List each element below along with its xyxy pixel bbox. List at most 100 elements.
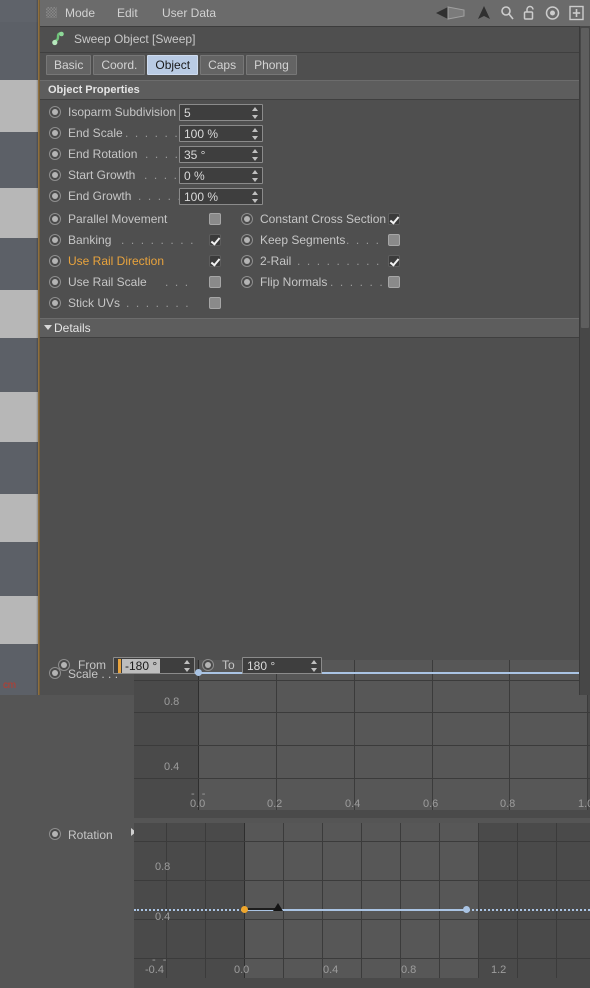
scale-xtick-0-0: 0.0 [190, 798, 206, 810]
label-parallel-movement: Parallel Movement [68, 212, 168, 226]
leader-dots: . . . . . . [145, 147, 179, 161]
scrollbar-thumb[interactable] [581, 28, 589, 328]
tab-phong[interactable]: Phong [246, 55, 297, 75]
plus-box-icon[interactable] [569, 5, 584, 21]
row-stick-uvs: Stick UVs . . . . . . . [40, 293, 590, 314]
rotation-keypoint-selected[interactable] [241, 906, 248, 913]
animate-dot-icon[interactable] [49, 828, 61, 840]
animate-dot-icon[interactable] [58, 659, 70, 671]
label-2-rail: 2-Rail [260, 254, 292, 268]
animate-dot-icon[interactable] [241, 255, 253, 267]
up-arrow-icon[interactable] [477, 5, 491, 21]
animate-dot-icon[interactable] [49, 234, 61, 246]
label-keep-segments: Keep Segments [260, 233, 346, 247]
animate-dot-icon[interactable] [49, 106, 61, 118]
row-end-growth: End Growth . . . . . . . 100 % [40, 186, 590, 207]
rotation-xtick-neg0-4: -0.4 [145, 964, 164, 976]
checkbox-use-rail-scale[interactable] [209, 276, 221, 288]
tangent-handle[interactable] [273, 903, 283, 911]
checkbox-constant-cross-section[interactable] [388, 213, 400, 225]
input-end-rotation[interactable]: 35 ° [179, 146, 263, 163]
animate-dot-icon[interactable] [241, 213, 253, 225]
animate-dot-icon[interactable] [49, 190, 61, 202]
menu-bar: Mode Edit User Data [40, 0, 590, 27]
leader-dots: . . . [165, 275, 190, 289]
animate-dot-icon[interactable] [49, 127, 61, 139]
label-flip-normals: Flip Normals [260, 275, 328, 289]
row-end-rotation: End Rotation . . . . . . 35 ° [40, 144, 590, 165]
checkbox-keep-segments[interactable] [388, 234, 400, 246]
rotation-curve-extension-left [134, 909, 246, 911]
animate-dot-icon[interactable] [49, 276, 61, 288]
back-arrow-icon[interactable] [434, 5, 468, 21]
animate-dot-icon[interactable] [49, 255, 61, 267]
animate-dot-icon[interactable] [49, 213, 61, 225]
graph-y-axis [244, 823, 245, 978]
text-caret [118, 659, 121, 673]
vertical-scrollbar[interactable] [579, 26, 590, 695]
tab-coord[interactable]: Coord. [93, 55, 146, 75]
input-end-growth[interactable]: 100 % [179, 188, 263, 205]
object-title: Sweep Object [Sweep] [74, 32, 196, 46]
lock-open-icon[interactable] [523, 5, 536, 21]
tab-basic[interactable]: Basic [46, 55, 92, 75]
label-to: To [222, 658, 235, 672]
animate-dot-icon[interactable] [202, 659, 214, 671]
animate-dot-icon[interactable] [49, 297, 61, 309]
details-header[interactable]: Details [40, 318, 590, 338]
value-from: -180 ° [122, 659, 161, 673]
collapse-triangle-icon[interactable] [44, 325, 52, 330]
scale-xtick-0-8: 0.8 [500, 798, 516, 810]
scale-xtick-0-6: 0.6 [423, 798, 439, 810]
spinner-icon[interactable] [184, 660, 191, 672]
input-to[interactable]: 180 ° [242, 657, 322, 674]
label-use-rail-scale: Use Rail Scale [68, 275, 147, 289]
rotation-keypoint-end[interactable] [463, 906, 470, 913]
row-use-rail-scale: Use Rail Scale . . . Flip Normals . . . … [40, 272, 590, 293]
scale-ytick-0-8: 0.8 [164, 696, 180, 708]
animate-dot-icon[interactable] [241, 234, 253, 246]
label-end-rotation: End Rotation [68, 147, 138, 161]
animate-dot-icon[interactable] [49, 148, 61, 160]
value-isoparm-subdivision: 5 [184, 106, 191, 120]
menu-item-user-data[interactable]: User Data [162, 6, 216, 20]
search-icon[interactable] [500, 5, 514, 21]
leader-dots: . . . . . . [144, 168, 179, 182]
spinner-icon[interactable] [311, 660, 318, 672]
checkbox-stick-uvs[interactable] [209, 297, 221, 309]
row-end-scale: End Scale . . . . . . . . . 100 % [40, 123, 590, 144]
menu-item-edit[interactable]: Edit [117, 6, 138, 20]
spinner-icon[interactable] [252, 170, 259, 182]
from-to-row: From -180 ° To 180 ° [40, 655, 590, 676]
rotation-graph[interactable]: 0.8 0.4 - - -0.4 0.0 0.4 0.8 1.2 [134, 823, 590, 988]
scale-graph[interactable]: 0.8 0.4 - - 0.0 0.2 0.4 0.6 0.8 1.0 [134, 660, 590, 818]
checkbox-flip-normals[interactable] [388, 276, 400, 288]
input-end-scale[interactable]: 100 % [179, 125, 263, 142]
input-isoparm-subdivision[interactable]: 5 [179, 104, 263, 121]
tab-object[interactable]: Object [147, 55, 199, 75]
tab-caps[interactable]: Caps [200, 55, 245, 75]
checkbox-2-rail[interactable] [388, 255, 400, 267]
checkbox-use-rail-direction[interactable] [209, 255, 221, 267]
spinner-icon[interactable] [252, 128, 259, 140]
menu-item-mode[interactable]: Mode [65, 6, 95, 20]
animate-dot-icon[interactable] [49, 169, 61, 181]
label-stick-uvs: Stick UVs [68, 296, 121, 310]
drag-grip-icon[interactable] [46, 7, 57, 18]
checkbox-rows: Parallel Movement Constant Cross Section… [40, 207, 590, 314]
viewport-strip: cm [0, 0, 40, 695]
input-start-growth[interactable]: 0 % [179, 167, 263, 184]
checkbox-banking[interactable] [209, 234, 221, 246]
spinner-icon[interactable] [252, 149, 259, 161]
label-isoparm-subdivision: Isoparm Subdivision [68, 105, 177, 119]
spinner-icon[interactable] [252, 107, 259, 119]
checkbox-parallel-movement[interactable] [209, 213, 221, 225]
row-banking: Banking . . . . . . . . Keep Segments . … [40, 230, 590, 251]
target-icon[interactable] [545, 5, 560, 21]
animate-dot-icon[interactable] [241, 276, 253, 288]
object-title-row[interactable]: Sweep Object [Sweep] [40, 27, 590, 53]
rotation-xtick-1-2: 1.2 [491, 964, 507, 976]
value-end-scale: 100 % [184, 127, 219, 141]
spinner-icon[interactable] [252, 191, 259, 203]
input-from[interactable]: -180 ° [113, 657, 195, 674]
